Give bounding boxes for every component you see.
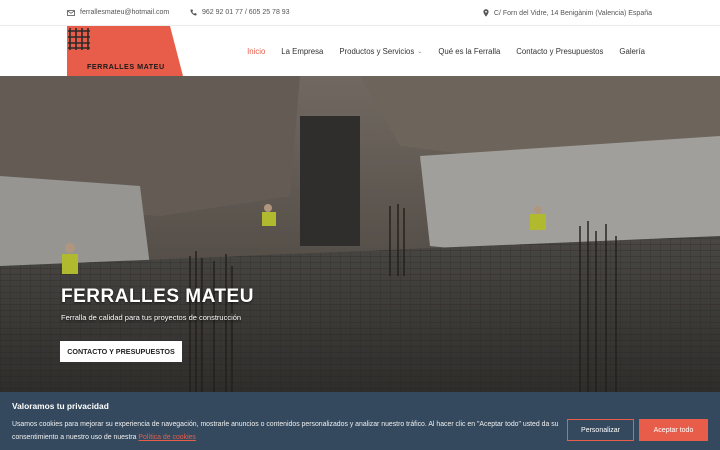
chevron-down-icon: ⌄ xyxy=(417,48,423,55)
accept-all-cookies-button[interactable]: Aceptar todo xyxy=(639,419,708,441)
nav-item-label: La Empresa xyxy=(281,46,324,56)
top-info-bar: ferrallesmateu@hotmail.com 962 92 01 77 … xyxy=(0,0,720,26)
hero-subtitle: Ferralla de calidad para tus proyectos d… xyxy=(61,313,242,322)
address-text: C/ Forn del Vidre, 14 Benigànim (Valenci… xyxy=(493,9,652,17)
phone-icon xyxy=(190,9,197,16)
nav-item-inicio[interactable]: Inicio xyxy=(247,47,265,56)
cookie-title: Valoramos tu privacidad xyxy=(12,401,109,411)
phone-text: 962 92 01 77 / 605 25 78 93 xyxy=(202,9,290,16)
nav-item-que-es-ferralla[interactable]: Qué es la Ferralla xyxy=(438,47,500,56)
cookie-text: Usamos cookies para mejorar su experienc… xyxy=(12,419,572,444)
logo-text: FERRALLES MATEU xyxy=(87,62,165,71)
hero-section: FERRALLES MATEU Ferralla de calidad para… xyxy=(0,76,720,392)
nav-item-galeria[interactable]: Galería xyxy=(619,47,645,56)
rebar-grid-icon xyxy=(68,28,90,50)
nav-item-label: Qué es la Ferralla xyxy=(438,46,501,56)
nav-item-productos-servicios[interactable]: Productos y Servicios ⌄ xyxy=(339,47,422,56)
site-header: FERRALLES MATEU Inicio La Empresa Produc… xyxy=(0,26,720,76)
nav-item-label: Productos y Servicios xyxy=(339,46,415,56)
main-nav: Inicio La Empresa Productos y Servicios ⌄… xyxy=(247,26,645,76)
cookie-body-text: Usamos cookies para mejorar su experienc… xyxy=(12,421,559,441)
email-text: ferrallesmateu@hotmail.com xyxy=(80,9,170,16)
cookie-policy-link[interactable]: Política de cookies xyxy=(138,434,195,441)
map-pin-icon xyxy=(483,9,489,17)
site-logo[interactable]: FERRALLES MATEU xyxy=(67,26,183,76)
nav-item-label: Inicio xyxy=(247,46,266,56)
envelope-icon xyxy=(67,9,75,16)
customize-cookies-button[interactable]: Personalizar xyxy=(567,419,634,441)
contact-cta-button[interactable]: CONTACTO Y PRESUPUESTOS xyxy=(60,341,182,362)
nav-item-la-empresa[interactable]: La Empresa xyxy=(281,47,323,56)
nav-item-label: Galería xyxy=(619,46,645,56)
nav-item-label: Contacto y Presupuestos xyxy=(516,46,604,56)
hero-title: FERRALLES MATEU xyxy=(61,286,254,307)
topbar-phone[interactable]: 962 92 01 77 / 605 25 78 93 xyxy=(190,9,290,16)
topbar-address: C/ Forn del Vidre, 14 Benigànim (Valenci… xyxy=(483,9,652,17)
nav-item-contacto[interactable]: Contacto y Presupuestos xyxy=(516,47,603,56)
topbar-email[interactable]: ferrallesmateu@hotmail.com xyxy=(67,9,169,16)
